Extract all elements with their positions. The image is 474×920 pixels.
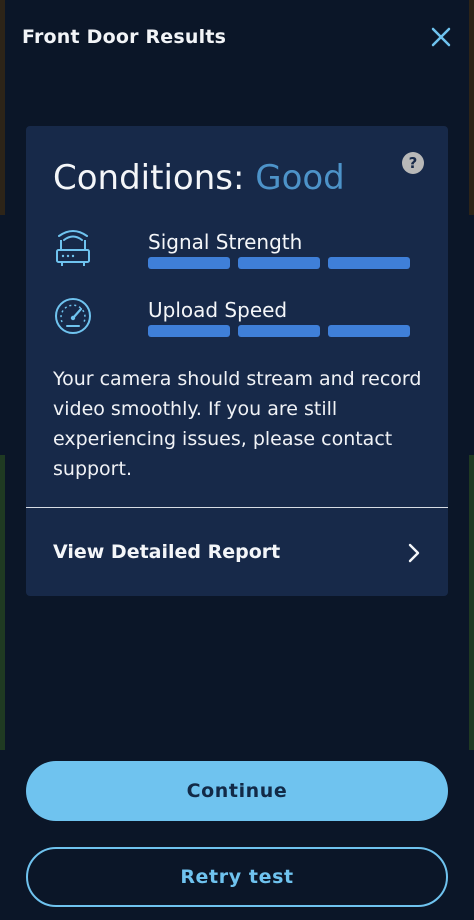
retry-test-button[interactable]: Retry test (26, 847, 448, 907)
strength-bar (328, 257, 410, 269)
results-card: ? Conditions: Good Signal Strength Uploa… (26, 126, 448, 596)
header: Front Door Results (0, 0, 474, 78)
conditions-prefix: Conditions: (53, 158, 245, 198)
help-icon[interactable]: ? (402, 152, 424, 174)
conditions-heading: Conditions: Good (53, 158, 345, 198)
metric-label: Upload Speed (148, 298, 288, 322)
background-edge (469, 455, 474, 750)
view-detailed-report-row[interactable]: View Detailed Report (26, 508, 448, 596)
close-icon (431, 27, 451, 47)
metric-label: Signal Strength (148, 230, 303, 254)
conditions-value: Good (255, 158, 345, 198)
speed-bar (238, 325, 320, 337)
speedometer-icon (55, 298, 91, 334)
speed-bar (148, 325, 230, 337)
result-description: Your camera should stream and record vid… (53, 368, 422, 480)
strength-bar (238, 257, 320, 269)
report-label: View Detailed Report (53, 541, 281, 563)
continue-button[interactable]: Continue (26, 761, 448, 821)
background-edge (0, 455, 5, 750)
router-icon (56, 230, 90, 266)
metric-upload-speed: Upload Speed (53, 294, 433, 350)
chevron-right-icon (408, 543, 420, 563)
metric-signal-strength: Signal Strength (53, 226, 433, 282)
signal-strength-bars (148, 257, 410, 269)
speed-bar (328, 325, 410, 337)
strength-bar (148, 257, 230, 269)
page-title: Front Door Results (22, 26, 227, 48)
close-button[interactable] (426, 22, 456, 52)
screen: Front Door Results ? Conditions: Good Si… (0, 0, 474, 920)
upload-speed-bars (148, 325, 410, 337)
